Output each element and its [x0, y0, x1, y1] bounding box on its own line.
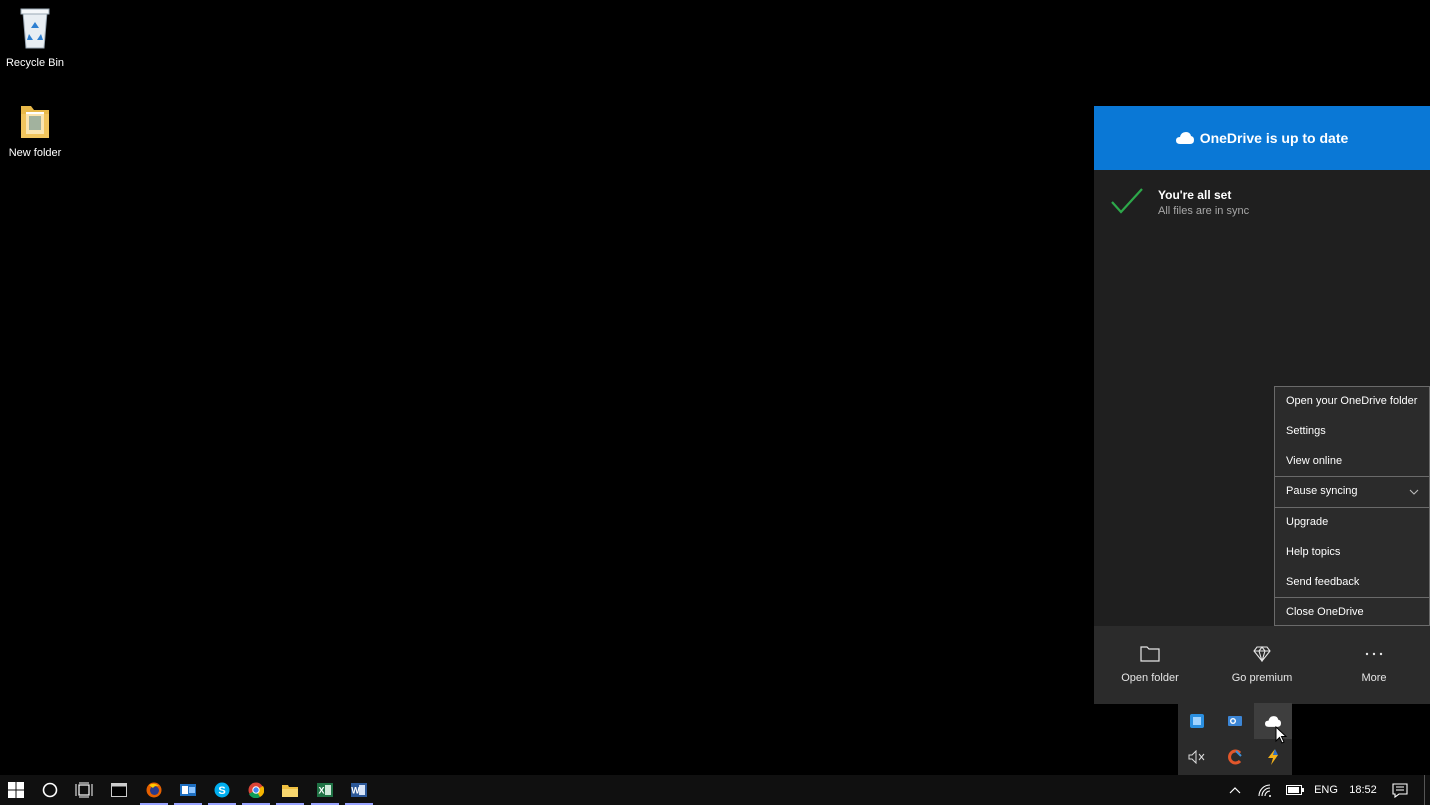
volume-muted-icon[interactable] — [1178, 739, 1216, 775]
chrome-icon — [248, 782, 264, 798]
onedrive-footer: Open folder Go premium More — [1094, 626, 1430, 704]
taskbar-app-firefox[interactable] — [137, 775, 171, 805]
start-button[interactable] — [0, 775, 32, 805]
taskbar: S X W ENG 18:52 — [0, 775, 1430, 805]
menu-item-label: Help topics — [1286, 545, 1341, 558]
taskbar-app-skype[interactable]: S — [205, 775, 239, 805]
menu-item-close-onedrive[interactable]: Close OneDrive — [1275, 597, 1429, 628]
onedrive-header: OneDrive is up to date — [1094, 106, 1430, 170]
menu-item-label: Open your OneDrive folder — [1286, 395, 1418, 407]
excel-icon: X — [317, 783, 333, 797]
task-view-button[interactable] — [67, 775, 101, 805]
cloud-icon — [1175, 132, 1194, 144]
chevron-up-icon — [1229, 787, 1241, 794]
notification-icon — [1392, 782, 1408, 798]
ccleaner-icon[interactable] — [1216, 739, 1254, 775]
clock[interactable]: 18:52 — [1344, 775, 1382, 805]
chevron-down-icon — [1409, 477, 1419, 507]
menu-item-open-onedrive-folder[interactable]: Open your OneDrive folder — [1275, 387, 1429, 417]
file-explorer-icon — [282, 785, 298, 797]
menu-item-view-online[interactable]: View online — [1275, 447, 1429, 477]
cortana-button[interactable] — [33, 775, 67, 805]
menu-item-send-feedback[interactable]: Send feedback — [1275, 568, 1429, 598]
checkmark-icon — [1111, 188, 1143, 214]
svg-text:W: W — [351, 786, 360, 796]
show-desktop-button[interactable] — [1424, 775, 1430, 805]
folder-outline-icon — [1140, 646, 1160, 662]
show-hidden-icons-button[interactable] — [1222, 775, 1248, 805]
menu-item-label: View online — [1286, 454, 1343, 467]
svg-text:S: S — [218, 785, 225, 797]
mouse-cursor-icon — [1275, 726, 1287, 744]
svg-text:X: X — [318, 786, 324, 796]
menu-item-label: Pause syncing — [1286, 485, 1358, 498]
firefox-icon — [146, 782, 162, 798]
onedrive-header-title: OneDrive is up to date — [1199, 130, 1349, 146]
taskbar-app-outlook[interactable] — [171, 775, 205, 805]
desktop-icon-label: Recycle Bin — [5, 57, 65, 69]
outlook-tray-icon[interactable] — [1216, 703, 1254, 739]
menu-item-label: Close OneDrive — [1286, 606, 1364, 619]
outlook-icon — [180, 784, 196, 796]
status-title: You're all set — [1158, 188, 1232, 202]
more-context-menu: Open your OneDrive folder Settings View … — [1274, 386, 1430, 626]
windows-logo-icon — [8, 782, 24, 798]
sync-status: You're all set All files are in sync — [1110, 186, 1249, 217]
more-button[interactable]: More — [1318, 626, 1430, 704]
battery-icon — [1286, 785, 1304, 795]
app-tray-icon[interactable] — [1178, 703, 1216, 739]
cortana-circle-icon — [42, 782, 58, 798]
terminal-icon — [111, 783, 127, 797]
battery-button[interactable] — [1282, 775, 1308, 805]
open-folder-label: Open folder — [1121, 672, 1179, 684]
desktop-icon-recycle-bin[interactable]: Recycle Bin — [0, 6, 70, 69]
menu-item-label: Send feedback — [1286, 575, 1360, 588]
taskbar-app-chrome[interactable] — [239, 775, 273, 805]
menu-item-label: Upgrade — [1286, 516, 1329, 528]
winamp-icon[interactable] — [1254, 739, 1292, 775]
menu-item-help-topics[interactable]: Help topics — [1275, 538, 1429, 568]
word-icon: W — [351, 783, 367, 797]
more-label: More — [1361, 672, 1387, 684]
task-view-icon — [75, 782, 93, 798]
action-center-button[interactable] — [1386, 775, 1414, 805]
menu-item-upgrade[interactable]: Upgrade — [1275, 507, 1429, 538]
language-indicator[interactable]: ENG — [1310, 775, 1342, 805]
taskbar-app-word[interactable]: W — [342, 775, 376, 805]
open-folder-button[interactable]: Open folder — [1094, 626, 1206, 704]
desktop-icon-label: New folder — [8, 147, 62, 159]
status-subtitle: All files are in sync — [1158, 205, 1250, 217]
folder-icon — [21, 106, 49, 138]
recycle-bin-icon — [20, 8, 50, 49]
menu-item-pause-syncing[interactable]: Pause syncing — [1275, 476, 1429, 507]
network-button[interactable] — [1252, 775, 1278, 805]
desktop-icon-new-folder[interactable]: New folder — [0, 100, 70, 159]
go-premium-button[interactable]: Go premium — [1206, 626, 1318, 704]
taskbar-app-file-explorer[interactable] — [273, 775, 307, 805]
more-dots-icon — [1365, 652, 1383, 656]
menu-item-label: Settings — [1286, 424, 1326, 437]
taskbar-app-excel[interactable]: X — [308, 775, 342, 805]
taskbar-app-terminal[interactable] — [102, 775, 136, 805]
menu-item-settings[interactable]: Settings — [1275, 417, 1429, 447]
skype-icon: S — [214, 782, 230, 798]
go-premium-label: Go premium — [1231, 672, 1293, 684]
diamond-icon — [1253, 646, 1271, 662]
wifi-icon — [1258, 784, 1271, 797]
